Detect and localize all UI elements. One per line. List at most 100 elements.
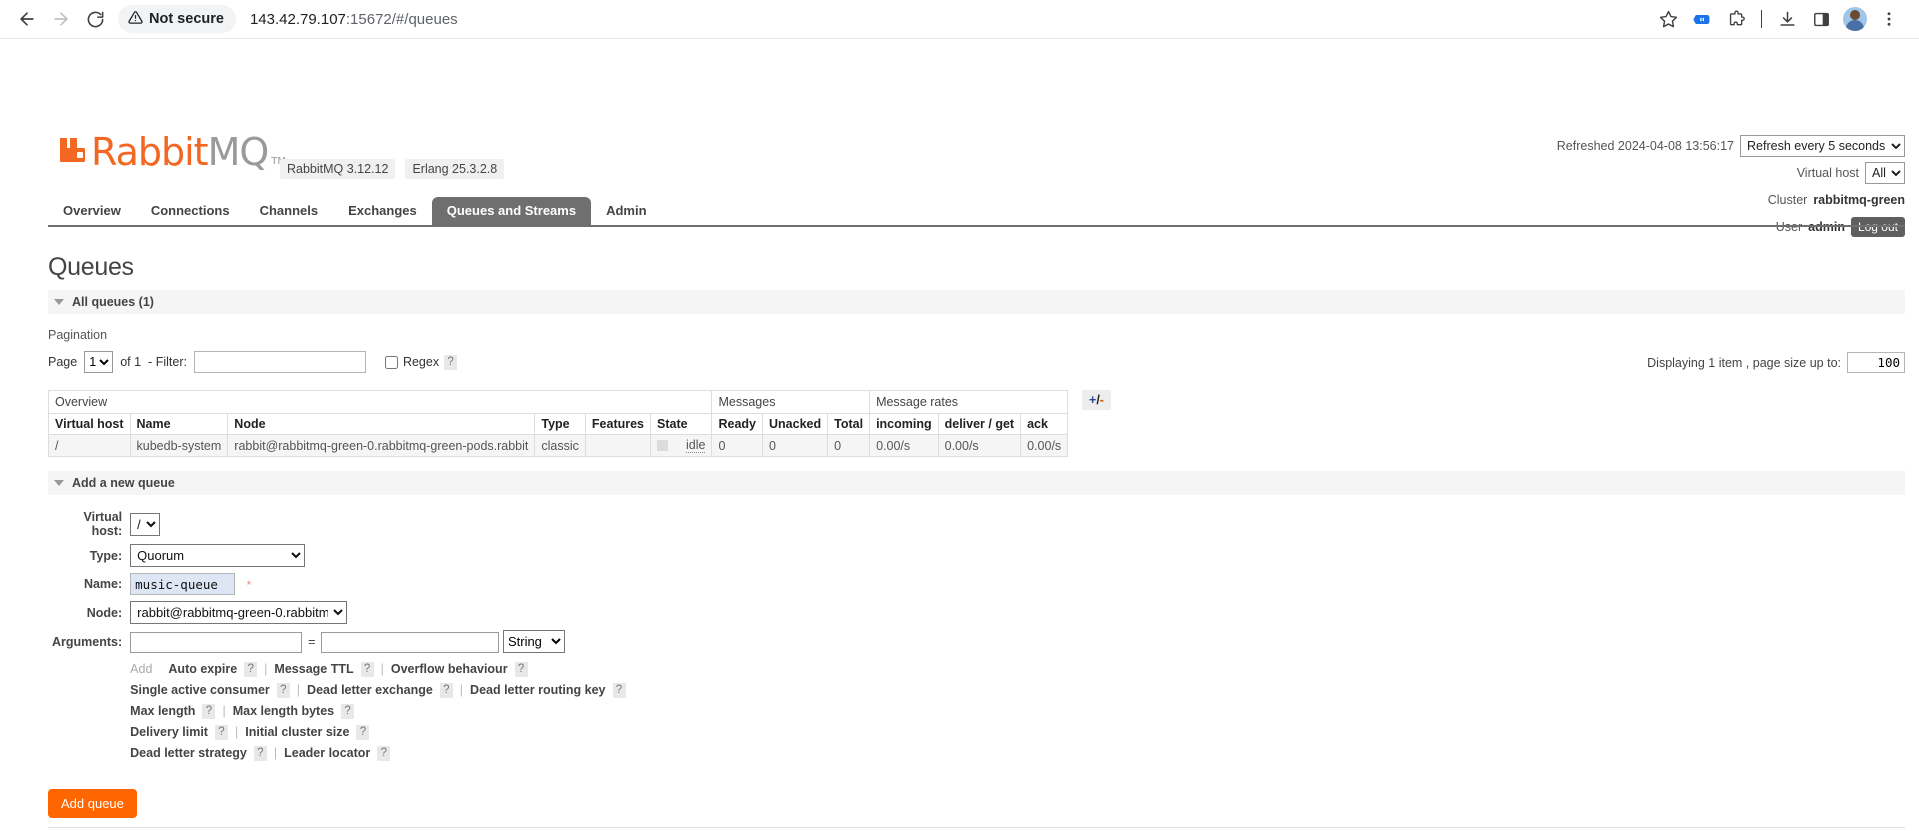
group-header-overview: Overview <box>49 391 712 414</box>
forward-arrow-icon[interactable] <box>44 2 78 36</box>
initial-cluster-size-help-icon[interactable]: ? <box>356 725 369 740</box>
col-total[interactable]: Total <box>828 414 870 435</box>
queues-table: Overview Messages Message rates Virtual … <box>48 390 1068 457</box>
cell-unacked: 0 <box>763 435 828 457</box>
pagination-controls: Page 1 of 1 - Filter: Regex ? Displaying… <box>48 348 1905 376</box>
refresh-row: Refreshed 2024-04-08 13:56:17 Refresh ev… <box>1557 135 1905 157</box>
col-state[interactable]: State <box>651 414 712 435</box>
preset-single-active-consumer[interactable]: Single active consumer <box>130 680 270 701</box>
col-incoming[interactable]: incoming <box>870 414 939 435</box>
preset-leader-locator[interactable]: Leader locator <box>284 743 370 764</box>
delivery-limit-help-icon[interactable]: ? <box>215 725 228 740</box>
puzzle-piece-icon[interactable] <box>1720 3 1752 35</box>
preset-dead-letter-strategy[interactable]: Dead letter strategy <box>130 743 247 764</box>
pagination-label: Pagination <box>48 328 1905 342</box>
table-group-header-row: Overview Messages Message rates <box>49 391 1068 414</box>
rabbitmq-logo[interactable]: RabbitMQ TM <box>58 133 286 171</box>
tab-exchanges[interactable]: Exchanges <box>333 197 432 225</box>
preset-message-ttl[interactable]: Message TTL <box>274 659 353 680</box>
required-marker: * <box>247 578 252 592</box>
preset-delivery-limit[interactable]: Delivery limit <box>130 722 208 743</box>
toggle-columns-button[interactable]: +/- <box>1082 390 1111 410</box>
node-field-select[interactable]: rabbit@rabbitmq-green-0.rabbitmq-green-p… <box>130 601 347 624</box>
tab-channels[interactable]: Channels <box>245 197 334 225</box>
argument-key-input[interactable] <box>130 632 302 653</box>
col-virtual-host[interactable]: Virtual host <box>49 414 131 435</box>
cell-features <box>585 435 650 457</box>
tab-overview[interactable]: Overview <box>48 197 136 225</box>
tab-admin[interactable]: Admin <box>591 197 661 225</box>
tab-queues-and-streams[interactable]: Queues and Streams <box>432 197 591 225</box>
cell-ready: 0 <box>712 435 763 457</box>
dead-letter-exchange-help-icon[interactable]: ? <box>440 683 453 698</box>
dead-letter-routing-key-help-icon[interactable]: ? <box>613 683 626 698</box>
form-row-node: Node: rabbit@rabbitmq-green-0.rabbitmq-g… <box>48 598 630 627</box>
auto-expire-help-icon[interactable]: ? <box>244 662 257 677</box>
preset-row-1: Add Auto expire? | Message TTL? | Overfl… <box>130 659 625 680</box>
star-icon[interactable] <box>1652 3 1684 35</box>
single-active-consumer-help-icon[interactable]: ? <box>277 683 290 698</box>
regex-help-icon[interactable]: ? <box>444 355 457 370</box>
overflow-behaviour-help-icon[interactable]: ? <box>515 662 528 677</box>
page-size-input[interactable] <box>1847 352 1905 373</box>
footer-links: HTTP API Documentation Tutorials New rel… <box>48 827 1905 831</box>
security-indicator[interactable]: Not secure <box>118 5 236 33</box>
col-type[interactable]: Type <box>535 414 586 435</box>
preset-dead-letter-exchange[interactable]: Dead letter exchange <box>307 680 433 701</box>
col-ready[interactable]: Ready <box>712 414 763 435</box>
tab-connections[interactable]: Connections <box>136 197 245 225</box>
cell-node: rabbit@rabbitmq-green-0.rabbitmq-green-p… <box>228 435 535 457</box>
cell-virtual-host: / <box>49 435 131 457</box>
vhost-select[interactable]: All <box>1865 162 1905 184</box>
preset-auto-expire[interactable]: Auto expire <box>168 659 237 680</box>
side-panel-icon[interactable] <box>1805 3 1837 35</box>
max-length-bytes-help-icon[interactable]: ? <box>341 704 354 719</box>
col-deliver-get[interactable]: deliver / get <box>938 414 1020 435</box>
preset-initial-cluster-size[interactable]: Initial cluster size <box>245 722 349 743</box>
all-queues-section-header[interactable]: All queues (1) <box>48 290 1905 314</box>
refresh-interval-select[interactable]: Refresh every 5 seconds <box>1740 135 1905 157</box>
page-select[interactable]: 1 <box>84 351 113 373</box>
regex-checkbox[interactable] <box>385 356 398 369</box>
three-dot-menu-icon[interactable] <box>1873 3 1905 35</box>
type-field-select[interactable]: Quorum <box>130 544 305 567</box>
profile-avatar-icon[interactable] <box>1839 3 1871 35</box>
page-content: Queues All queues (1) Pagination Page 1 … <box>48 239 1905 818</box>
argument-value-input[interactable] <box>321 632 499 653</box>
queue-name-input[interactable] <box>130 573 235 595</box>
vhost-field-select[interactable]: / <box>130 513 160 536</box>
arguments-field-label: Arguments: <box>48 627 126 656</box>
add-queue-section-header[interactable]: Add a new queue <box>48 471 1905 495</box>
download-icon[interactable] <box>1771 3 1803 35</box>
preset-overflow-behaviour[interactable]: Overflow behaviour <box>391 659 508 680</box>
reload-icon[interactable] <box>78 2 112 36</box>
cell-type: classic <box>535 435 586 457</box>
add-argument-link[interactable]: Add <box>130 659 152 680</box>
col-ack[interactable]: ack <box>1021 414 1068 435</box>
rabbit-logo-icon <box>58 135 88 168</box>
url-display[interactable]: 143.42.79.107:15672/#/queues <box>250 11 458 28</box>
col-node[interactable]: Node <box>228 414 535 435</box>
col-unacked[interactable]: Unacked <box>763 414 828 435</box>
add-queue-section: Add a new queue Virtual host: / Type: <box>48 471 1905 818</box>
dead-letter-strategy-help-icon[interactable]: ? <box>254 746 267 761</box>
preset-max-length[interactable]: Max length <box>130 701 195 722</box>
add-queue-submit-button[interactable]: Add queue <box>48 789 137 818</box>
back-arrow-icon[interactable] <box>10 2 44 36</box>
preset-max-length-bytes[interactable]: Max length bytes <box>233 701 334 722</box>
argument-type-select[interactable]: String <box>503 630 565 653</box>
address-bar[interactable]: Not secure 143.42.79.107:15672/#/queues <box>118 4 1644 34</box>
security-label: Not secure <box>149 11 224 27</box>
leader-locator-help-icon[interactable]: ? <box>377 746 390 761</box>
filter-input[interactable] <box>194 351 366 373</box>
col-features[interactable]: Features <box>585 414 650 435</box>
add-queue-form: Virtual host: / Type: Quorum <box>48 507 630 767</box>
blue-tab-icon[interactable] <box>1686 3 1718 35</box>
table-column-header-row: Virtual host Name Node Type Features Sta… <box>49 414 1068 435</box>
preset-dead-letter-routing-key[interactable]: Dead letter routing key <box>470 680 605 701</box>
cell-queue-name[interactable]: kubedb-system <box>130 435 228 457</box>
max-length-help-icon[interactable]: ? <box>202 704 215 719</box>
queues-table-container: Overview Messages Message rates Virtual … <box>48 390 1905 457</box>
col-name[interactable]: Name <box>130 414 228 435</box>
message-ttl-help-icon[interactable]: ? <box>361 662 374 677</box>
